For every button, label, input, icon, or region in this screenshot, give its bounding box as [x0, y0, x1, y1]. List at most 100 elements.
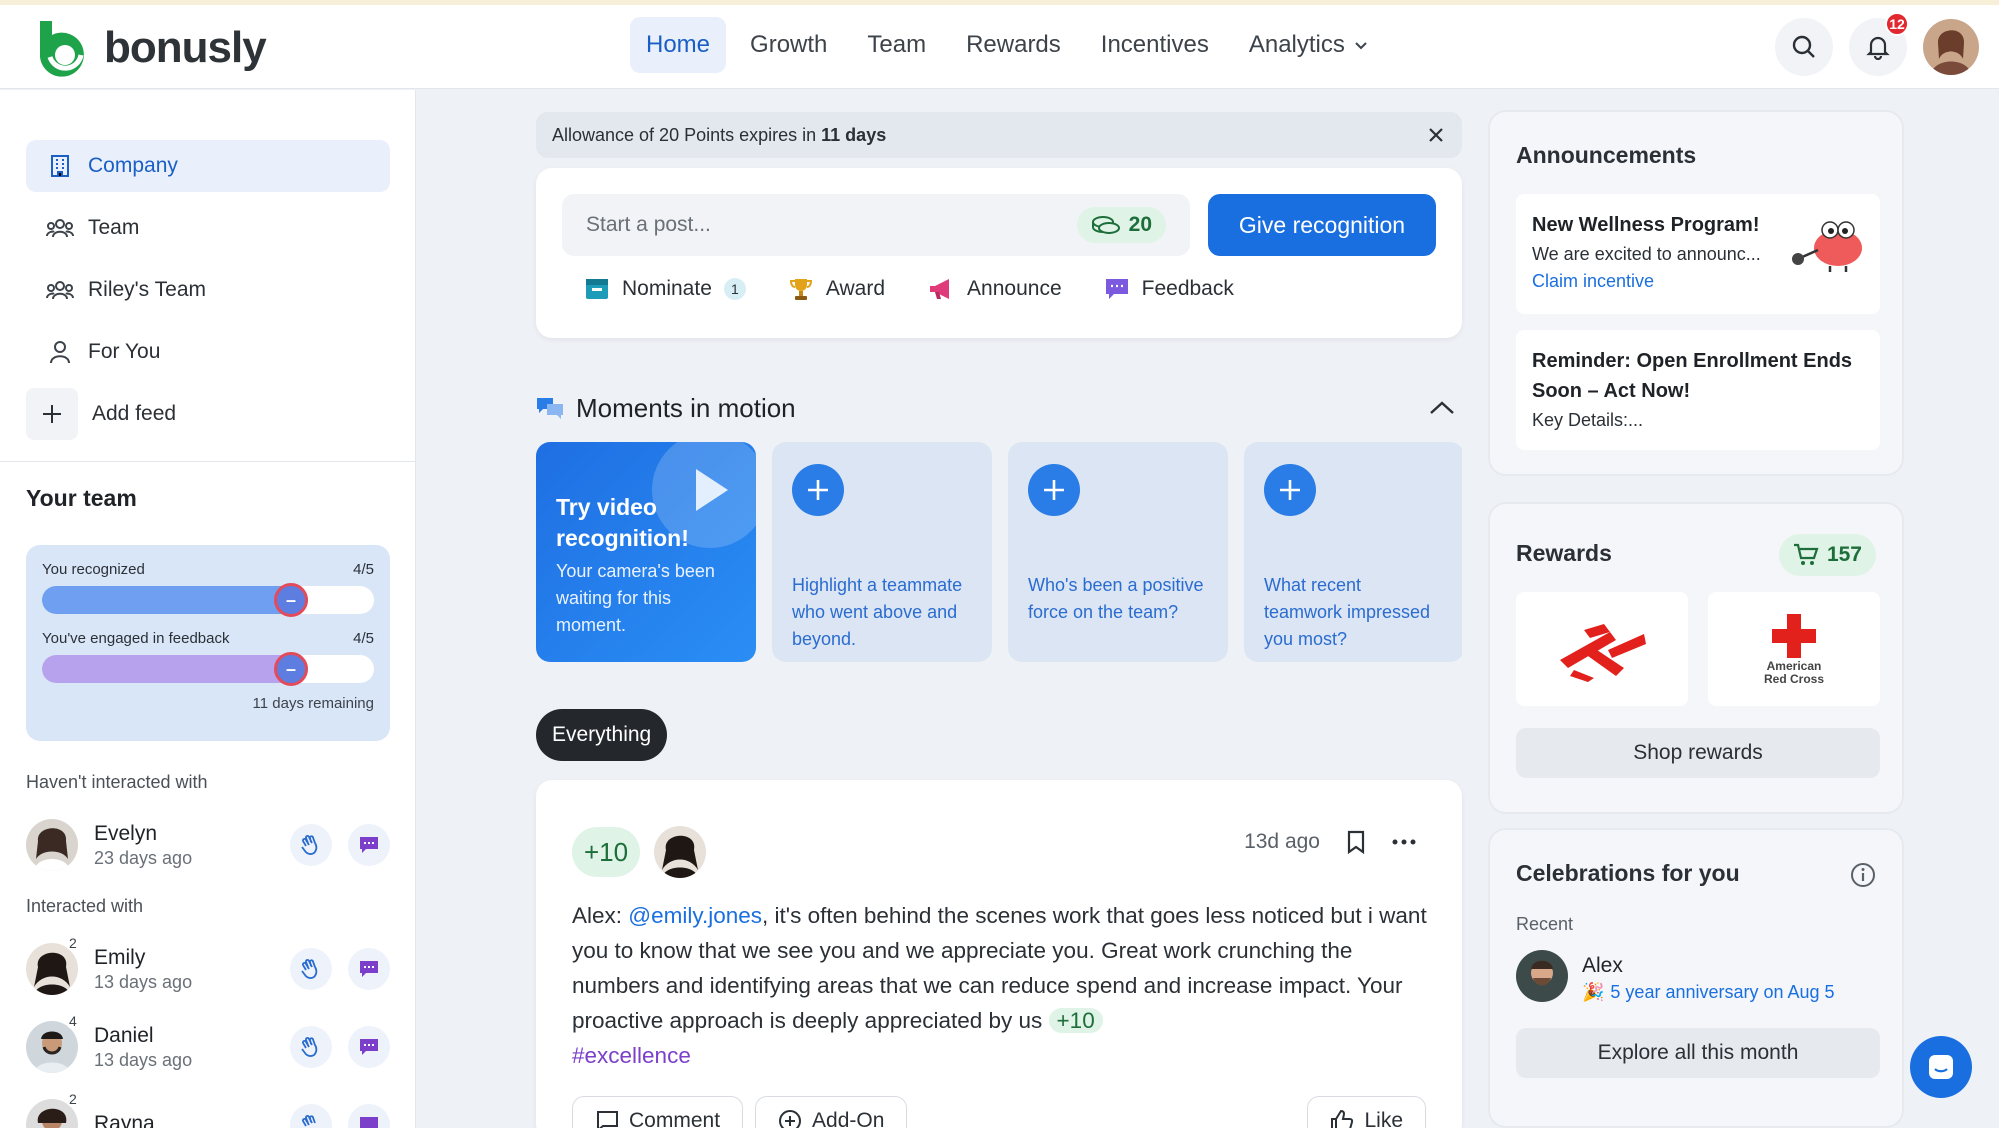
moment-prompt-card[interactable]: Who's been a positive force on the team? — [1008, 442, 1228, 662]
feed-for-you[interactable]: For You — [26, 326, 390, 378]
info-icon[interactable] — [1850, 862, 1876, 888]
claim-incentive-link[interactable]: Claim incentive — [1532, 271, 1654, 292]
person-row-rayna: 2 Rayna — [26, 1091, 390, 1128]
sidebar-divider — [0, 461, 415, 462]
avatar[interactable] — [26, 819, 78, 871]
nav-home[interactable]: Home — [630, 17, 727, 73]
celebrations-title: Celebrations for you — [1516, 860, 1740, 886]
recipient-avatar[interactable] — [654, 826, 706, 878]
bookmark-icon[interactable] — [1346, 830, 1366, 854]
feed-team[interactable]: Team — [26, 202, 390, 254]
recognized-progress-bar: – — [42, 583, 374, 617]
feedback-button[interactable] — [348, 1104, 390, 1128]
add-feed-button[interactable]: Add feed — [26, 388, 390, 440]
feed-rileys-team-label: Riley's Team — [88, 278, 206, 301]
like-button[interactable]: Like — [1307, 1096, 1426, 1128]
moment-prompt-text: Highlight a teammate who went above and … — [792, 575, 963, 649]
feedback-progress-fill — [42, 655, 308, 683]
coins-icon — [1091, 216, 1120, 234]
person-last-interaction: 23 days ago — [94, 847, 193, 868]
feedback-action[interactable]: Feedback — [1104, 276, 1234, 302]
award-action[interactable]: Award — [788, 276, 885, 302]
announcement-item[interactable]: Reminder: Open Enrollment Ends Soon – Ac… — [1516, 330, 1880, 450]
announcement-item[interactable]: New Wellness Program! We are excited to … — [1516, 194, 1880, 314]
feed-company[interactable]: Company — [26, 140, 390, 192]
announce-action[interactable]: Announce — [927, 276, 1062, 302]
chevron-down-icon — [1355, 42, 1367, 50]
feedback-button[interactable] — [348, 1026, 390, 1068]
nav-rewards[interactable]: Rewards — [950, 17, 1077, 73]
feedback-button[interactable] — [348, 948, 390, 990]
allowance-banner: Allowance of 20 Points expires in 11 day… — [536, 112, 1462, 158]
post-mention[interactable]: @emily.jones — [628, 903, 762, 928]
nav-incentives[interactable]: Incentives — [1085, 17, 1225, 73]
message-icon — [360, 1039, 378, 1055]
announcement-text: Key Details:... — [1532, 410, 1644, 430]
reward-tile-msf[interactable] — [1516, 592, 1688, 706]
feedback-label: You've engaged in feedback — [42, 630, 230, 647]
recognize-button[interactable] — [290, 824, 332, 866]
inline-points: +10 — [1048, 1008, 1103, 1033]
person-row-evelyn: Evelyn 23 days ago — [26, 815, 390, 875]
feed-rileys-team[interactable]: Riley's Team — [26, 264, 390, 316]
celebration-event[interactable]: 🎉 5 year anniversary on Aug 5 — [1582, 982, 1835, 1003]
feedback-progress-bar: – — [42, 652, 374, 686]
recognized-progress-fill — [42, 586, 308, 614]
give-recognition-button[interactable]: Give recognition — [1208, 194, 1436, 256]
chat-bubbles-icon — [537, 398, 563, 419]
moments-title: Moments in motion — [576, 392, 796, 423]
recognized-value: 4/5 — [353, 561, 374, 578]
filter-everything[interactable]: Everything — [536, 709, 668, 761]
reward-tile-red-cross[interactable]: American Red Cross — [1708, 592, 1880, 706]
search-button[interactable] — [1775, 18, 1833, 76]
recent-label: Recent — [1516, 914, 1574, 934]
moment-prompt-card[interactable]: What recent teamwork impressed you most? — [1244, 442, 1462, 662]
nav-growth[interactable]: Growth — [734, 17, 843, 73]
notifications-button[interactable]: 12 — [1849, 12, 1909, 76]
recognize-button[interactable] — [290, 1104, 332, 1128]
explore-month-button[interactable]: Explore all this month — [1516, 1028, 1880, 1078]
post-points-badge: +10 — [572, 827, 641, 877]
plus-icon — [1028, 464, 1080, 516]
chevron-up-icon[interactable] — [1428, 398, 1456, 418]
allowance-days: 11 days — [821, 124, 887, 145]
award-label: Award — [825, 277, 886, 300]
add-on-button[interactable]: Add-On — [755, 1096, 908, 1128]
nav-utilities: 12 — [1775, 12, 1979, 76]
nav-team[interactable]: Team — [851, 17, 942, 73]
person-name: Evelyn — [94, 821, 158, 845]
comment-icon — [597, 1111, 618, 1128]
post-input[interactable]: Start a post... 20 — [562, 194, 1190, 256]
announcements-title: Announcements — [1516, 142, 1697, 168]
recognize-button[interactable] — [290, 1026, 332, 1068]
recognize-button[interactable] — [290, 948, 332, 990]
post-author: Alex: — [572, 903, 623, 928]
person-row-emily: 2 Emily 13 days ago — [26, 935, 390, 999]
moment-prompt-card[interactable]: Highlight a teammate who went above and … — [772, 442, 992, 662]
add-feed-label: Add feed — [92, 402, 177, 425]
shop-rewards-button[interactable]: Shop rewards — [1516, 728, 1880, 778]
nominate-label: Nominate — [622, 277, 712, 300]
nav-analytics[interactable]: Analytics — [1233, 17, 1385, 73]
more-icon[interactable] — [1392, 838, 1416, 846]
avatar[interactable] — [1516, 950, 1568, 1002]
bonusly-logo[interactable]: bonusly — [30, 17, 267, 79]
person-name: Emily — [94, 945, 146, 969]
announce-label: Announce — [967, 277, 1062, 300]
video-recognition-card[interactable]: Try video recognition! Your camera's bee… — [536, 442, 756, 662]
feedback-label: Feedback — [1141, 277, 1234, 300]
feedback-button[interactable] — [348, 824, 390, 866]
chat-launcher-button[interactable] — [1910, 1036, 1972, 1098]
post-hashtag[interactable]: #excellence — [572, 1043, 691, 1068]
megaphone-icon — [930, 279, 950, 299]
close-icon[interactable] — [1426, 125, 1446, 145]
clap-icon — [301, 835, 318, 855]
person-name: Daniel — [94, 1023, 154, 1047]
user-avatar[interactable] — [1923, 19, 1979, 75]
comment-button[interactable]: Comment — [572, 1096, 744, 1128]
days-remaining: 11 days remaining — [252, 695, 374, 712]
nominate-action[interactable]: Nominate 1 — [584, 276, 746, 302]
composer-actions: Nominate 1 Award Announce Feedback — [584, 276, 1234, 302]
reward-points-pill[interactable]: 157 — [1778, 534, 1876, 576]
points-pill[interactable]: 20 — [1076, 207, 1166, 243]
